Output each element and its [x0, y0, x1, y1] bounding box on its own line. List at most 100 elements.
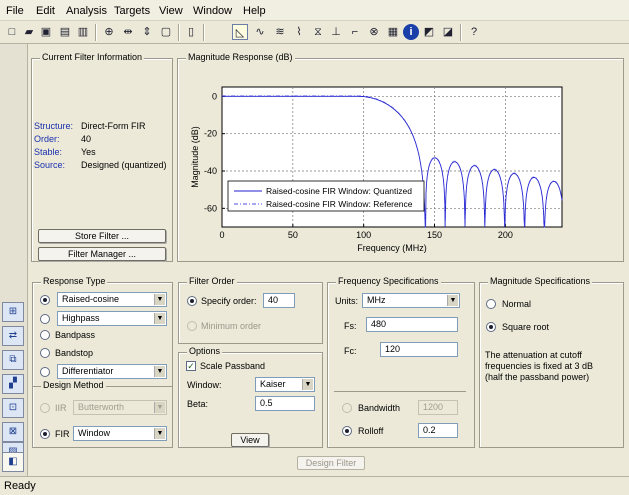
full-view-icon[interactable]: ▢ — [158, 24, 174, 40]
print-icon[interactable]: ▤ — [57, 24, 73, 40]
raised-cosine-value: Raised-cosine — [62, 294, 120, 304]
zoom-y-icon[interactable]: ⇕ — [139, 24, 155, 40]
group-delay-icon[interactable]: ⌇ — [291, 24, 307, 40]
order-value: 40 — [81, 134, 92, 144]
store-filter-button[interactable]: Store Filter ... — [38, 229, 166, 243]
iir-radio[interactable] — [40, 403, 50, 413]
legend-entry: Raised-cosine FIR Window: Quantized — [266, 186, 412, 196]
sidebar-design-icon-8[interactable]: ◧ — [2, 452, 24, 472]
phase-response-icon[interactable]: ∿ — [252, 24, 268, 40]
pole-zero-icon[interactable]: ⊗ — [366, 24, 382, 40]
menu-targets[interactable]: Targets — [114, 5, 150, 17]
whats-this-icon[interactable]: ? — [466, 24, 482, 40]
fir-select[interactable]: Window ▼ — [73, 426, 167, 441]
magnitude-specs-panel: Magnitude Specifications Normal Square r… — [479, 276, 624, 448]
sidebar-design-icon-1[interactable]: ⊞ — [2, 302, 24, 322]
raised-cosine-radio[interactable] — [40, 295, 50, 305]
filter-order-panel: Filter Order Specify order: 40 Minimum o… — [178, 276, 323, 344]
print-preview-icon[interactable]: ▥ — [75, 24, 91, 40]
highpass-radio[interactable] — [40, 314, 50, 324]
differentiator-radio[interactable] — [40, 367, 50, 377]
differentiator-value: Differentiator — [62, 366, 114, 376]
coefficients-icon[interactable]: ▦ — [385, 24, 401, 40]
round-off-noise-icon[interactable]: ◪ — [440, 24, 456, 40]
differentiator-select[interactable]: Differentiator ▼ — [57, 364, 167, 379]
sidebar-design-icon-3[interactable]: ⧉ — [2, 350, 24, 370]
mag-specs-title: Magnitude Specifications — [488, 276, 593, 286]
sidebar-design-icon-6[interactable]: ⊠ — [2, 422, 24, 442]
sidebar-design-icon-4[interactable]: ▞ — [2, 374, 24, 394]
magnitude-response-icon[interactable]: ◺ — [232, 24, 248, 40]
sidebar-design-icon-2[interactable]: ⇄ — [2, 326, 24, 346]
zoom-in-icon[interactable]: ⊕ — [101, 24, 117, 40]
options-panel: Options ✓ Scale Passband Window: Kaiser ▼… — [178, 346, 323, 448]
raised-cosine-select[interactable]: Raised-cosine ▼ — [57, 292, 167, 307]
x-tick-label: 50 — [288, 230, 298, 240]
normal-radio[interactable] — [486, 299, 496, 309]
phase-delay-icon[interactable]: ⧖ — [310, 24, 326, 40]
view-button[interactable]: View — [231, 433, 269, 447]
response-type-panel: Response Type Raised-cosine ▼ Highpass ▼ B… — [32, 276, 173, 448]
magnitude-response-chart: 0 50 100 150 200 0 -20 -40 -60 Frequency (MHz) Mag… — [190, 86, 563, 253]
bandpass-radio[interactable] — [40, 330, 50, 340]
design-filter-button[interactable]: Design Filter — [297, 456, 365, 470]
units-select[interactable]: MHz ▼ — [362, 293, 460, 308]
sidebar-design-icon-5[interactable]: ⊡ — [2, 398, 24, 418]
y-tick-label: 0 — [212, 91, 217, 101]
open-icon[interactable]: ▰ — [21, 24, 37, 40]
stable-label: Stable: — [34, 147, 63, 157]
stable-value: Yes — [81, 147, 96, 157]
y-tick-label: -60 — [204, 203, 217, 213]
source-value: Designed (quantized) — [81, 160, 167, 170]
chevron-down-icon: ▼ — [154, 428, 165, 439]
menu-help[interactable]: Help — [243, 5, 266, 17]
freq-divider — [334, 391, 466, 392]
bandpass-label: Bandpass — [55, 330, 96, 340]
impulse-response-icon[interactable]: ⊥ — [328, 24, 344, 40]
new-icon[interactable]: □ — [4, 24, 20, 40]
rolloff-input[interactable]: 0.2 — [418, 423, 458, 438]
bandwidth-label: Bandwidth — [358, 403, 401, 413]
menu-window[interactable]: Window — [193, 5, 232, 17]
rolloff-radio[interactable] — [342, 426, 352, 436]
y-tick-label: -20 — [204, 129, 217, 139]
iir-value: Butterworth — [78, 402, 125, 412]
specify-order-radio[interactable] — [187, 296, 197, 306]
cutoff-note: The attenuation at cutoff frequencies is… — [485, 350, 594, 382]
frequency-specs-panel: Frequency Specifications Units: MHz ▼ Fs:… — [327, 276, 475, 448]
bandwidth-radio[interactable] — [342, 403, 352, 413]
square-root-radio[interactable] — [486, 322, 496, 332]
bandwidth-input[interactable]: 1200 — [418, 400, 458, 415]
magnitude-estimate-icon[interactable]: ◩ — [421, 24, 437, 40]
step-response-icon[interactable]: ⌐ — [347, 24, 363, 40]
window-select[interactable]: Kaiser ▼ — [255, 377, 315, 392]
fc-input[interactable]: 120 — [380, 342, 458, 357]
legend: Raised-cosine FIR Window: Quantized Raise… — [227, 180, 425, 212]
scale-passband-checkbox[interactable]: ✓ — [186, 361, 196, 371]
menu-file[interactable]: File — [6, 5, 24, 17]
bandstop-radio[interactable] — [40, 348, 50, 358]
menu-analysis[interactable]: Analysis — [66, 5, 107, 17]
response-type-title: Response Type — [41, 276, 108, 286]
iir-select[interactable]: Butterworth ▼ — [73, 400, 167, 415]
order-input[interactable]: 40 — [263, 293, 295, 308]
sidebar-icon[interactable]: ▯ — [183, 24, 199, 40]
highpass-select[interactable]: Highpass ▼ — [57, 311, 167, 326]
menu-view[interactable]: View — [159, 5, 183, 17]
magnitude-phase-icon[interactable]: ≋ — [272, 24, 288, 40]
fs-input[interactable]: 480 — [366, 317, 458, 332]
units-value: MHz — [367, 295, 386, 305]
beta-input[interactable]: 0.5 — [255, 396, 315, 411]
save-icon[interactable]: ▣ — [38, 24, 54, 40]
iir-label: IIR — [55, 403, 67, 413]
info-icon[interactable]: i — [403, 24, 419, 40]
filter-manager-button[interactable]: Filter Manager ... — [38, 247, 166, 261]
fs-label: Fs: — [344, 321, 357, 331]
menu-edit[interactable]: Edit — [36, 5, 55, 17]
fir-radio[interactable] — [40, 429, 50, 439]
toolbar: □ ▰ ▣ ▤ ▥ ⊕ ⇹ ⇕ ▢ ▯ ◺ ∿ ≋ ⌇ ⧖ ⊥ ⌐ ⊗ ▦ i … — [0, 21, 629, 44]
x-tick-label: 150 — [427, 230, 442, 240]
minimum-order-radio[interactable] — [187, 321, 197, 331]
zoom-x-icon[interactable]: ⇹ — [120, 24, 136, 40]
x-tick-label: 200 — [498, 230, 513, 240]
